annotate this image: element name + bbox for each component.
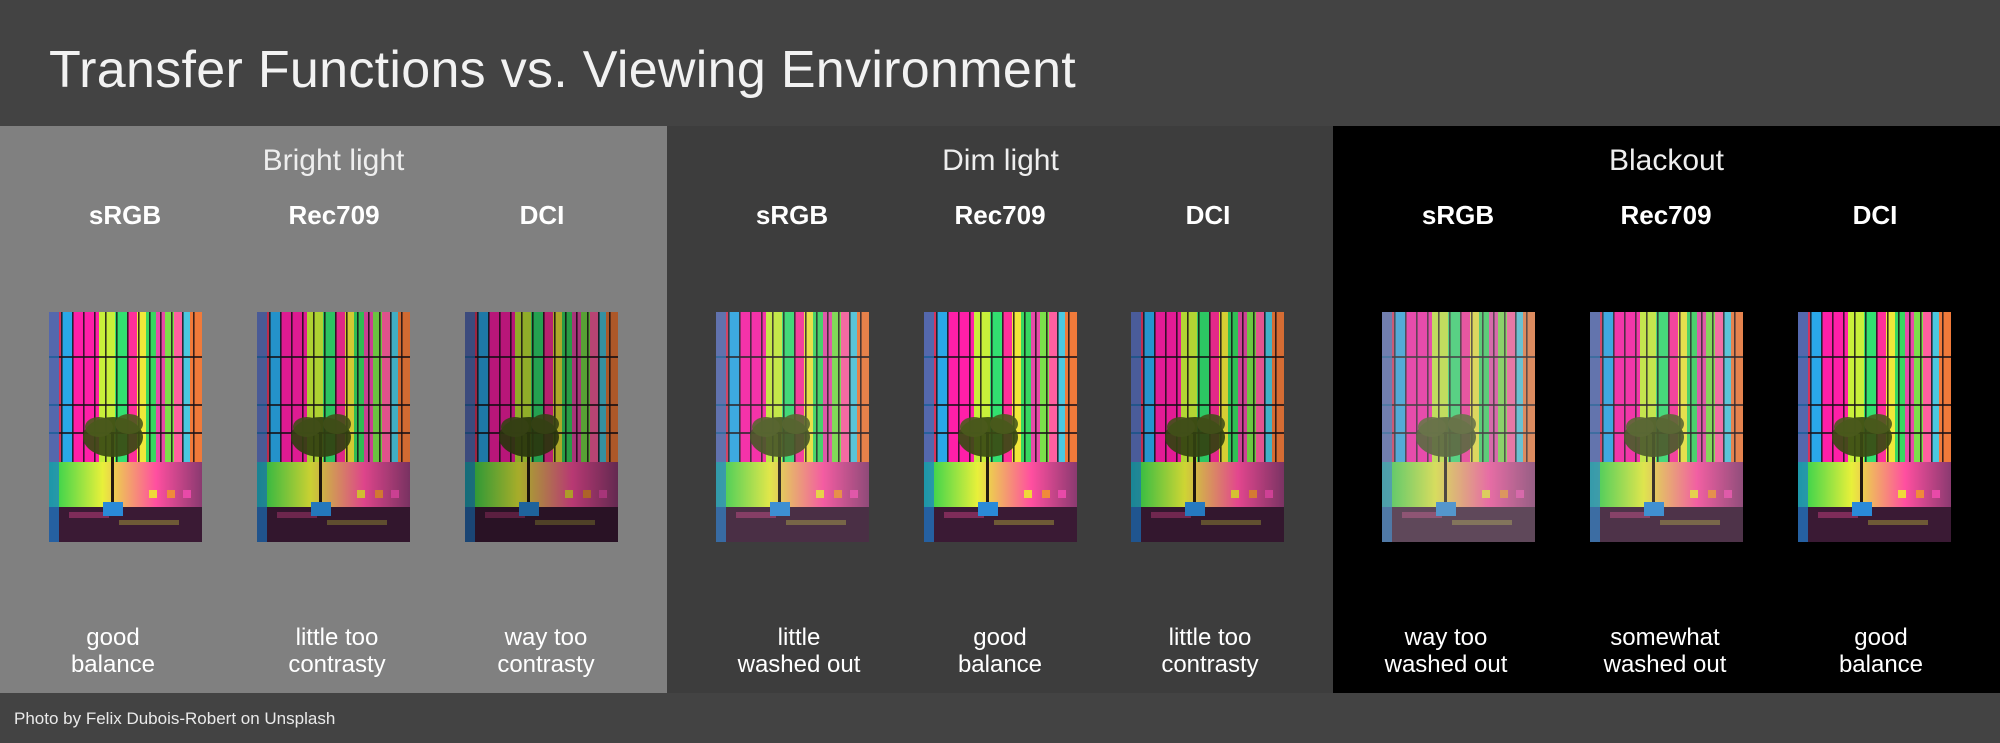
panel-heading: Blackout [1608,144,1725,177]
stained-glass-photo [924,312,1077,542]
verdict-label: little too contrasty [1161,624,1259,678]
column-heading-srgb: sRGB [1421,200,1495,230]
column-heading-rec709: Rec709 [1620,200,1712,230]
photo-credit: Photo by Felix Dubois-Robert on Unsplash [14,709,336,728]
stained-glass-photo [1131,312,1284,542]
verdict-label: little washed out [737,624,861,678]
stained-glass-photo [465,312,618,542]
column-heading-rec709: Rec709 [288,200,380,230]
stained-glass-photo [1590,312,1743,542]
panel-dim-light: Dim light sRGB Rec709 DCI little washed o… [667,126,1334,693]
verdict-label: good balance [1838,624,1924,678]
panel-heading: Bright light [262,144,405,177]
stained-glass-photo [1798,312,1951,542]
page-title: Transfer Functions vs. Viewing Environme… [49,41,1077,99]
column-heading-srgb: sRGB [88,200,162,230]
stained-glass-photo [257,312,410,542]
verdict-label: little too contrasty [288,624,386,678]
stained-glass-photo [716,312,869,542]
verdict-label: good balance [957,624,1043,678]
column-heading-dci: DCI [1852,200,1898,230]
verdict-label: good balance [70,624,156,678]
column-heading-rec709: Rec709 [954,200,1046,230]
column-heading-dci: DCI [1185,200,1231,230]
panel-blackout: Blackout sRGB Rec709 DCI way too washed o… [1333,126,2000,693]
stained-glass-photo [1382,312,1535,542]
verdict-label: way too washed out [1384,624,1508,678]
stained-glass-photo [49,312,202,542]
column-heading-dci: DCI [519,200,565,230]
panel-heading: Dim light [942,144,1059,177]
verdict-label: way too contrasty [497,624,595,678]
verdict-label: somewhat washed out [1603,624,1727,678]
panel-bright-light: Bright light sRGB Rec709 DCI good balance… [0,126,667,693]
column-heading-srgb: sRGB [755,200,829,230]
